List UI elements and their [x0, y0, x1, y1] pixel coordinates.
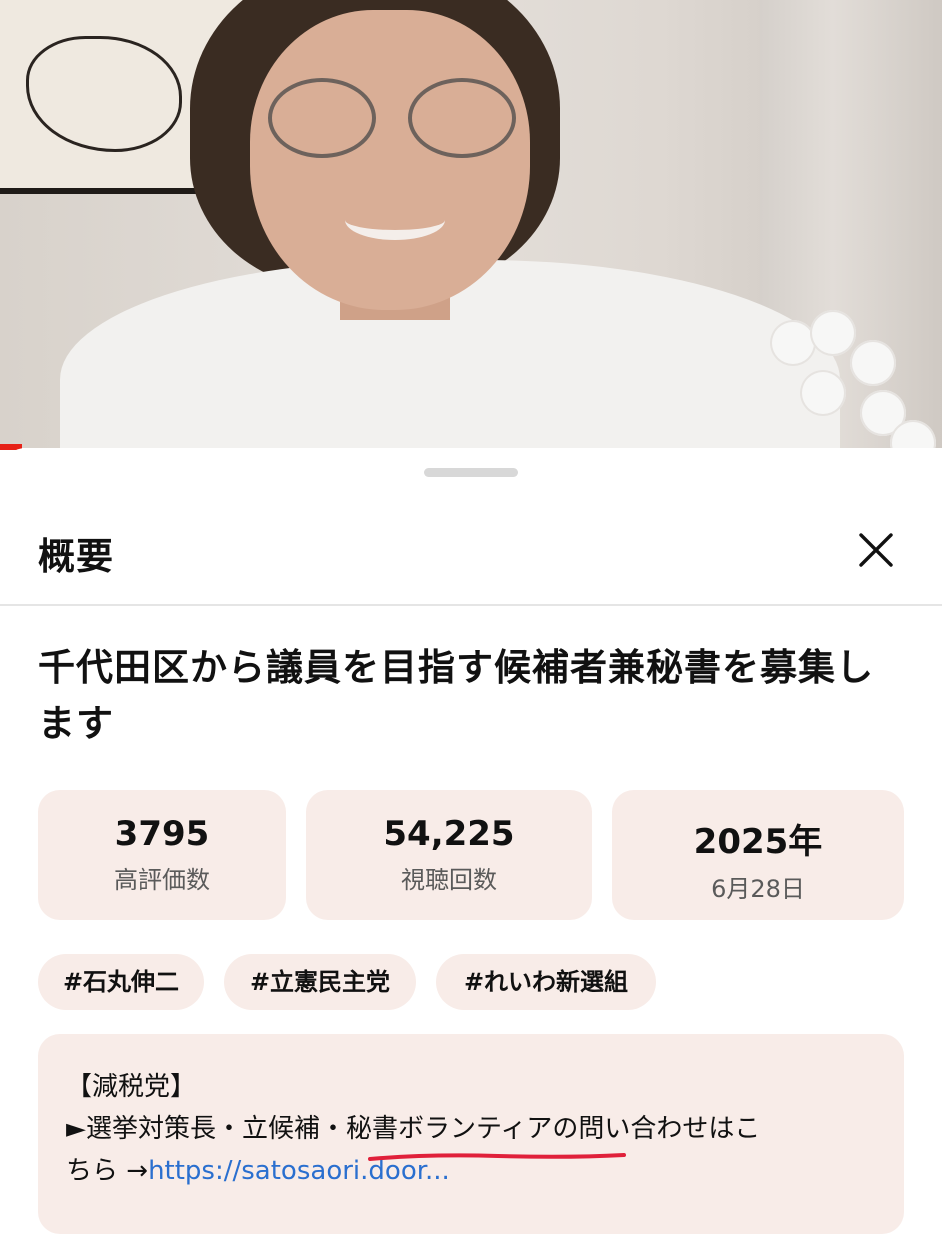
description-line: ►選挙対策長・立候補・秘書ボランティアの問い合わせはこ — [66, 1114, 761, 1144]
glasses — [268, 78, 518, 158]
description-line: 【減税党】 — [66, 1072, 197, 1102]
date-stat: 2025年 6月28日 — [612, 790, 904, 920]
description-text: 【減税党】 ►選挙対策長・立候補・秘書ボランティアの問い合わせはこ ちら →ht… — [66, 1066, 886, 1192]
views-label: 視聴回数 — [401, 866, 497, 894]
smile — [345, 200, 445, 240]
red-underline-annotation — [368, 1153, 626, 1161]
likes-count: 3795 — [114, 814, 210, 854]
upload-date: 6月28日 — [711, 875, 805, 903]
views-count: 54,225 — [383, 814, 515, 854]
description-box: 【減税党】 ►選挙対策長・立候補・秘書ボランティアの問い合わせはこ ちら →ht… — [38, 1034, 904, 1234]
sheet-title: 概要 — [38, 535, 114, 578]
description-sheet: 概要 千代田区から議員を目指す候補者兼秘書を募集します 3795 高評価数 54… — [0, 448, 942, 1234]
video-title: 千代田区から議員を目指す候補者兼秘書を募集します — [38, 646, 874, 745]
drag-handle[interactable] — [424, 468, 518, 477]
close-icon — [859, 533, 893, 567]
person-face — [250, 10, 530, 310]
hashtag-chip[interactable]: #れいわ新選組 — [436, 954, 656, 1010]
header-divider — [0, 604, 942, 606]
likes-stat: 3795 高評価数 — [38, 790, 286, 920]
orchid-flowers — [770, 310, 936, 448]
close-button[interactable] — [850, 524, 902, 576]
upload-year: 2025年 — [693, 822, 823, 862]
hashtag-row: #石丸伸二 #立憲民主党 #れいわ新選組 — [38, 954, 908, 1010]
hashtag-chip[interactable]: #石丸伸二 — [38, 954, 204, 1010]
views-stat: 54,225 視聴回数 — [306, 790, 592, 920]
description-link-prefix: ちら → — [66, 1156, 149, 1186]
hashtag-chip[interactable]: #立憲民主党 — [224, 954, 416, 1010]
likes-label: 高評価数 — [114, 866, 210, 894]
video-player[interactable] — [0, 0, 942, 448]
stats-row: 3795 高評価数 54,225 視聴回数 2025年 6月28日 — [38, 790, 904, 920]
